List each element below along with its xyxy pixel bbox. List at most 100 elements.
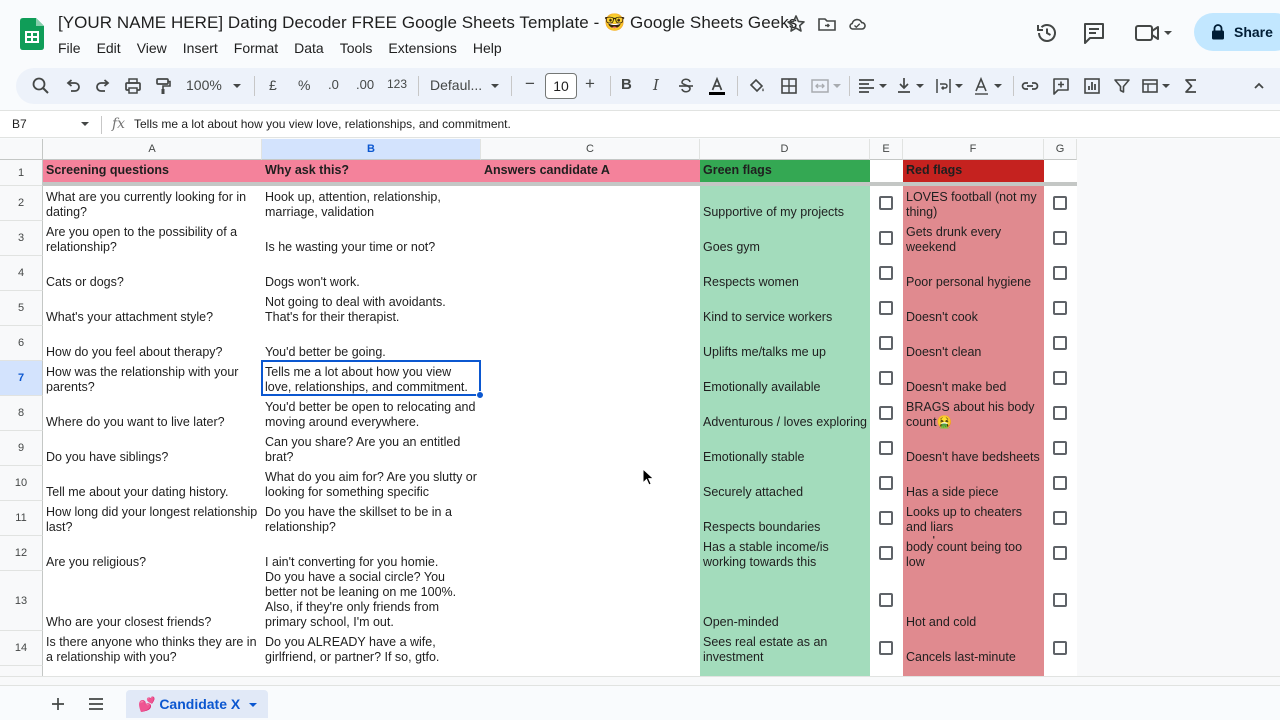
document-title[interactable]: [YOUR NAME HERE] Dating Decoder FREE Goo… [58, 13, 797, 33]
cell-b7[interactable]: Tells me a lot about how you view love, … [262, 361, 481, 396]
formula-input[interactable]: Tells me a lot about how you view love, … [134, 117, 511, 131]
red-flag-checkbox-5[interactable] [1053, 300, 1067, 315]
vertical-align-icon[interactable] [895, 76, 927, 96]
column-header-e[interactable]: E [870, 139, 903, 160]
version-history-icon[interactable] [1034, 20, 1060, 46]
red-flag-checkbox-10[interactable] [1053, 475, 1067, 490]
row-header-10[interactable]: 10 [0, 466, 43, 501]
cell-b8[interactable]: You'd better be open to relocating and m… [262, 396, 481, 431]
row-header-8[interactable]: 8 [0, 396, 43, 431]
all-sheets-icon[interactable] [87, 696, 105, 712]
increase-decimal-button[interactable]: .00 [356, 77, 374, 92]
green-flag-checkbox-4[interactable] [879, 265, 893, 280]
cell-a7[interactable]: How was the relationship with your paren… [43, 361, 262, 396]
bold-button[interactable]: B [621, 76, 632, 93]
cell-b6[interactable]: You'd better be going. [262, 326, 481, 361]
cell-c10[interactable] [481, 466, 700, 501]
print-icon[interactable] [123, 76, 143, 96]
cell-f7[interactable]: Doesn't make bed [903, 361, 1044, 396]
green-flag-checkbox-7[interactable] [879, 370, 893, 385]
menu-format[interactable]: Format [226, 38, 286, 58]
cell-b13[interactable]: Do you have a social circle? You better … [262, 571, 481, 631]
cell-b15[interactable] [262, 666, 481, 676]
column-header-d[interactable]: D [700, 139, 870, 160]
cell-d9[interactable]: Emotionally stable [700, 431, 870, 466]
cell-f3[interactable]: Gets drunk every weekend [903, 221, 1044, 256]
increase-font-size-button[interactable]: + [585, 74, 595, 94]
green-flag-checkbox-14[interactable] [879, 640, 893, 655]
row-header-9[interactable]: 9 [0, 431, 43, 466]
cell-b14[interactable]: Do you ALREADY have a wife, girlfriend, … [262, 631, 481, 666]
row-header-11[interactable]: 11 [0, 501, 43, 536]
paint-format-icon[interactable] [153, 76, 173, 96]
chevron-down-icon[interactable] [248, 702, 258, 708]
cell-d2[interactable]: Supportive of my projects [700, 186, 870, 221]
chevron-down-icon[interactable] [489, 76, 501, 96]
functions-icon[interactable] [1181, 76, 1201, 96]
cell-d13[interactable]: Open-minded [700, 571, 870, 631]
green-flag-checkbox-13[interactable] [879, 593, 893, 607]
cell-c4[interactable] [481, 256, 700, 291]
insert-comment-icon[interactable] [1051, 76, 1071, 96]
percent-format-button[interactable]: % [298, 77, 310, 93]
cell-a12[interactable]: Are you religious? [43, 536, 262, 571]
menu-data[interactable]: Data [286, 38, 332, 58]
frozen-row-divider[interactable] [43, 182, 1077, 186]
red-flag-checkbox-6[interactable] [1053, 335, 1067, 350]
row-header-13[interactable]: 13 [0, 571, 43, 631]
green-flag-checkbox-8[interactable] [879, 405, 893, 420]
menu-view[interactable]: View [129, 38, 175, 58]
cell-d10[interactable]: Securely attached [700, 466, 870, 501]
cell-c12[interactable] [481, 536, 700, 571]
cell-d11[interactable]: Respects boundaries [700, 501, 870, 536]
cell-f6[interactable]: Doesn't clean [903, 326, 1044, 361]
cell-c6[interactable] [481, 326, 700, 361]
add-sheet-icon[interactable] [50, 696, 66, 712]
move-folder-icon[interactable] [817, 14, 837, 34]
cell-c8[interactable] [481, 396, 700, 431]
cell-b11[interactable]: Do you have the skillset to be in a rela… [262, 501, 481, 536]
row-header-14[interactable]: 14 [0, 631, 43, 666]
green-flag-checkbox-11[interactable] [879, 510, 893, 525]
column-header-f[interactable]: F [903, 139, 1044, 160]
cell-b9[interactable]: Can you share? Are you an entitled brat? [262, 431, 481, 466]
cell-c11[interactable] [481, 501, 700, 536]
cell-a4[interactable]: Cats or dogs? [43, 256, 262, 291]
cell-b2[interactable]: Hook up, attention, relationship, marria… [262, 186, 481, 221]
column-header-g[interactable]: G [1044, 139, 1077, 160]
cell-d15[interactable]: Open to playing van life with [700, 666, 870, 676]
cell-f10[interactable]: Has a side piece [903, 466, 1044, 501]
chevron-down-icon[interactable] [80, 121, 90, 127]
fill-handle[interactable] [476, 391, 484, 399]
row-header-12[interactable]: 12 [0, 536, 43, 571]
decrease-font-size-button[interactable]: − [525, 74, 535, 94]
collapse-toolbar-icon[interactable] [1252, 76, 1266, 96]
red-flag-checkbox-8[interactable] [1053, 405, 1067, 420]
italic-button[interactable]: I [653, 76, 659, 94]
cell-b4[interactable]: Dogs won't work. [262, 256, 481, 291]
redo-icon[interactable] [93, 76, 113, 96]
cell-d8[interactable]: Adventurous / loves exploring [700, 396, 870, 431]
cell-a5[interactable]: What's your attachment style? [43, 291, 262, 326]
red-flag-checkbox-3[interactable] [1053, 230, 1067, 245]
share-button[interactable]: Share [1194, 13, 1280, 51]
header-cell-why-ask[interactable]: Why ask this? [262, 160, 481, 182]
row-header-7[interactable]: 7 [0, 361, 43, 396]
column-header-b[interactable]: B [262, 139, 481, 160]
menu-edit[interactable]: Edit [89, 38, 129, 58]
cell-d6[interactable]: Uplifts me/talks me up [700, 326, 870, 361]
row-header-1[interactable]: 1 [0, 160, 43, 186]
red-flag-checkbox-4[interactable] [1053, 265, 1067, 280]
menu-file[interactable]: File [50, 38, 89, 58]
cell-a8[interactable]: Where do you want to live later? [43, 396, 262, 431]
filter-views-icon[interactable] [1141, 76, 1173, 96]
cell-d4[interactable]: Respects women [700, 256, 870, 291]
strikethrough-icon[interactable] [676, 76, 696, 96]
cell-c5[interactable] [481, 291, 700, 326]
sheet-tab-candidate-x[interactable]: 💕 Candidate X [126, 690, 268, 718]
green-flag-checkbox-12[interactable] [879, 545, 893, 560]
cell-a13[interactable]: Who are your closest friends? [43, 571, 262, 631]
cell-f15[interactable]: Doesn't initiate [903, 666, 1044, 676]
cell-d5[interactable]: Kind to service workers [700, 291, 870, 326]
red-flag-checkbox-12[interactable] [1053, 545, 1067, 560]
